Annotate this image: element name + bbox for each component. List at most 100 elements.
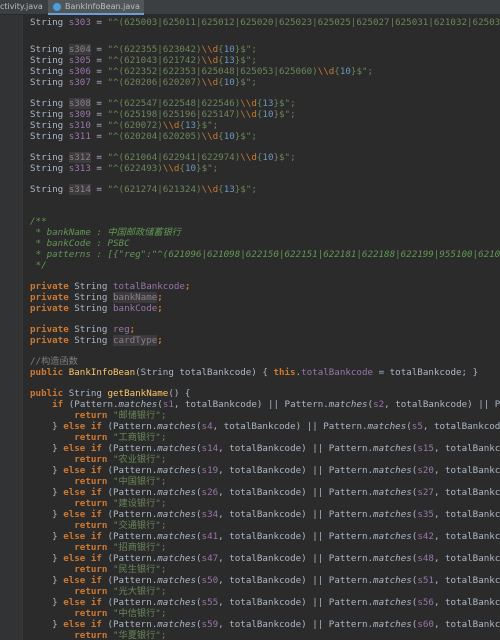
code-token: s305 [68, 55, 91, 66]
code-line[interactable]: private String bankName; [30, 292, 163, 303]
code-token: "^(621064|622941|622974) [107, 152, 241, 163]
code-line[interactable]: String s307 = "^(620206|620207)\\d{10}$"… [30, 77, 257, 88]
code-token: \\d [317, 66, 335, 77]
code-token: matches [373, 531, 412, 542]
code-line[interactable]: return "华夏银行"; [30, 630, 166, 640]
code-line[interactable]: public BankInfoBean(String totalBankcode… [30, 367, 478, 378]
code-token: }$"; [234, 184, 257, 195]
code-line[interactable]: } else if (Pattern.matches(s59, totalBan… [30, 619, 500, 630]
code-token: \\d [240, 109, 257, 120]
tab-activity-java[interactable]: ctivity.java [0, 0, 44, 14]
code-line[interactable]: return "邮储银行"; [30, 410, 166, 421]
code-token: , totalBankcod [433, 443, 500, 454]
code-token: else if [63, 509, 108, 520]
code-line[interactable]: String s312 = "^(621064|622941|622974)\\… [30, 152, 296, 163]
code-line[interactable]: String s313 = "^(622493)\\d{10}$"; [30, 163, 218, 174]
code-token: s309 [68, 109, 91, 120]
code-line[interactable]: String s305 = "^(621043|621742)\\d{13}$"… [30, 55, 257, 66]
code-token: return [74, 410, 113, 421]
code-line[interactable]: String s304 = "^(622355|623042)\\d{10}$"… [30, 44, 257, 55]
code-line[interactable]: } else if (Pattern.matches(s47, totalBan… [30, 553, 500, 564]
code-token: String [30, 109, 69, 120]
code-token: = [90, 98, 108, 109]
code-line[interactable]: } else if (Pattern.matches(s4, totalBank… [30, 421, 500, 432]
code-token: \\d [201, 44, 219, 55]
code-token: }$"; [196, 163, 219, 174]
code-token: s2 [373, 399, 385, 410]
code-token: s20 [417, 465, 434, 476]
code-token: matches [328, 399, 368, 410]
line-gutter[interactable] [0, 15, 23, 640]
code-token: }$"; [234, 77, 257, 88]
code-token: s59 [201, 619, 219, 630]
code-line[interactable]: */ [30, 260, 47, 271]
code-line[interactable]: } else if (Pattern.matches(s14, totalBan… [30, 443, 500, 454]
code-line[interactable]: private String cardType; [30, 335, 163, 346]
code-line[interactable]: * patterns : [{"reg":"^(621096|621098|62… [30, 249, 500, 260]
code-token: "^(620206|620207) [107, 77, 202, 88]
code-token: else if [63, 575, 108, 586]
code-token: } [30, 531, 64, 542]
code-line[interactable]: } else if (Pattern.matches(s26, totalBan… [30, 487, 500, 498]
code-line[interactable]: * bankName : 中国邮政储蓄银行 [30, 227, 181, 238]
code-token: matches [157, 553, 196, 564]
code-token: \\d [162, 163, 180, 174]
code-token: } [30, 597, 64, 608]
code-token: return [74, 542, 113, 553]
code-line[interactable]: return "中信银行"; [30, 608, 166, 619]
code-token: , totalBankcode) || Patt [384, 399, 500, 410]
code-token: (Pattern. [107, 575, 158, 586]
code-line[interactable]: private String reg; [30, 324, 135, 335]
code-line[interactable]: //构造函数 [30, 356, 78, 367]
code-line[interactable]: private String bankCode; [30, 303, 163, 314]
code-token: String [30, 55, 69, 66]
code-line[interactable]: String s309 = "^(625198|625196|625147)\\… [30, 109, 296, 120]
tab-bankinfobean-java[interactable]: BankInfoBean.java [48, 0, 144, 15]
code-line[interactable]: * bankCode : PSBC [30, 238, 130, 249]
code-line[interactable]: String s303 = "^(625003|625011|625012|62… [30, 17, 500, 28]
code-line[interactable]: String s308 = "^(622547|622548|622546)\\… [30, 98, 296, 109]
code-line[interactable]: private String totalBankcode; [30, 281, 190, 292]
code-line[interactable]: } else if (Pattern.matches(s19, totalBan… [30, 465, 500, 476]
code-token: //构造函数 [30, 356, 78, 367]
code-token: = totalBankcode; } [373, 367, 479, 378]
code-line[interactable]: String s306 = "^(622352|622353|625048|62… [30, 66, 373, 77]
code-token: s42 [417, 531, 434, 542]
code-token: "^(625198|625196|625147) [107, 109, 241, 120]
code-token: * [30, 249, 47, 260]
code-token: String [74, 281, 113, 292]
code-line[interactable]: return "交通银行"; [30, 520, 166, 531]
code-line[interactable]: } else if (Pattern.matches(s34, totalBan… [30, 509, 500, 520]
code-line[interactable]: return "农业银行"; [30, 454, 166, 465]
code-line[interactable]: String s310 = "^(620072)\\d{13}$"; [30, 120, 218, 131]
code-line[interactable]: return "建设银行"; [30, 498, 166, 509]
code-editor[interactable]: String s303 = "^(625003|625011|625012|62… [30, 15, 500, 640]
code-token: "交通银行"; [113, 520, 167, 531]
code-line[interactable]: return "民生银行"; [30, 564, 166, 575]
code-token: String [30, 98, 69, 109]
code-line[interactable]: String s314 = "^(621274|621324)\\d{13}$"… [30, 184, 257, 195]
code-line[interactable]: } else if (Pattern.matches(s50, totalBan… [30, 575, 500, 586]
code-token: ; [184, 281, 191, 292]
code-token: if [52, 399, 69, 410]
code-token: , totalBankcod [433, 597, 500, 608]
code-token: = [90, 55, 108, 66]
code-token: } [30, 575, 64, 586]
code-token: }$"; [234, 55, 257, 66]
code-line[interactable]: /** [30, 216, 47, 227]
code-token: matches [367, 421, 407, 432]
code-line[interactable]: return "招商银行"; [30, 542, 166, 553]
code-line[interactable]: return "中国银行"; [30, 476, 166, 487]
code-token: s19 [201, 465, 219, 476]
code-line[interactable]: } else if (Pattern.matches(s41, totalBan… [30, 531, 500, 542]
code-token: = [90, 131, 108, 142]
code-line[interactable]: return "光大银行"; [30, 586, 166, 597]
code-line[interactable]: public String getBankName() { [30, 388, 190, 399]
code-token: this [273, 367, 296, 378]
code-line[interactable]: String s311 = "^(620204|620205)\\d{10}$"… [30, 131, 257, 142]
code-line[interactable]: } else if (Pattern.matches(s55, totalBan… [30, 597, 500, 608]
code-line[interactable]: return "工商银行"; [30, 432, 166, 443]
code-token: "建设银行"; [113, 498, 167, 509]
code-line[interactable]: if (Pattern.matches(s1, totalBankcode) |… [30, 399, 500, 410]
